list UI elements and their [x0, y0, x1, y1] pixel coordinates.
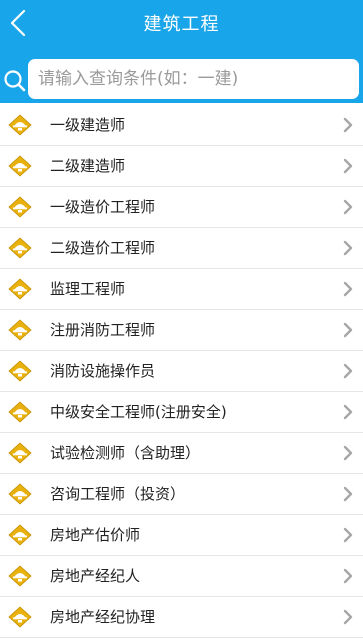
- search-input[interactable]: [28, 59, 359, 99]
- chevron-right-icon: [343, 281, 353, 297]
- diamond-hardhat-icon: [8, 360, 32, 382]
- list-item[interactable]: 二级造价工程师: [0, 228, 363, 269]
- list-item-label: 消防设施操作员: [50, 362, 156, 380]
- list-item[interactable]: 监理工程师: [0, 269, 363, 310]
- list-item-label: 二级造价工程师: [50, 239, 156, 257]
- list-item-label: 注册消防工程师: [50, 321, 156, 339]
- diamond-hardhat-icon: [8, 565, 32, 587]
- chevron-right-icon: [343, 158, 353, 174]
- diamond-hardhat-icon: [8, 237, 32, 259]
- list-item-label: 试验检测师（含助理）: [50, 444, 201, 462]
- diamond-hardhat-icon: [8, 196, 32, 218]
- chevron-right-icon: [343, 240, 353, 256]
- chevron-right-icon: [343, 609, 353, 625]
- chevron-right-icon: [343, 322, 353, 338]
- list-item[interactable]: 消防设施操作员: [0, 351, 363, 392]
- list-item[interactable]: 房地产经纪人: [0, 556, 363, 597]
- list-item-label: 房地产经纪协理: [50, 608, 156, 626]
- list-item-label: 二级建造师: [50, 157, 126, 175]
- search-icon[interactable]: [2, 68, 26, 92]
- list-item-label: 一级造价工程师: [50, 198, 156, 216]
- list-item[interactable]: 中级安全工程师(注册安全): [0, 392, 363, 433]
- diamond-hardhat-icon: [8, 524, 32, 546]
- chevron-right-icon: [343, 527, 353, 543]
- title-bar: 建筑工程: [0, 0, 363, 53]
- list-item[interactable]: 房地产经纪协理: [0, 597, 363, 638]
- list-item-label: 一级建造师: [50, 116, 126, 134]
- category-list: 一级建造师 二级建造师 一级造价工程师 二级造价工程师 监理工程师 注册消防工程…: [0, 105, 363, 638]
- diamond-hardhat-icon: [8, 155, 32, 177]
- chevron-right-icon: [343, 363, 353, 379]
- list-item[interactable]: 试验检测师（含助理）: [0, 433, 363, 474]
- list-item[interactable]: 二级建造师: [0, 146, 363, 187]
- diamond-hardhat-icon: [8, 442, 32, 464]
- list-item-label: 咨询工程师（投资）: [50, 485, 186, 503]
- list-item-label: 中级安全工程师(注册安全): [50, 403, 227, 421]
- chevron-right-icon: [343, 568, 353, 584]
- diamond-hardhat-icon: [8, 606, 32, 628]
- list-item[interactable]: 一级建造师: [0, 105, 363, 146]
- list-item-label: 房地产估价师: [50, 526, 141, 544]
- search-bar: [0, 53, 363, 103]
- chevron-right-icon: [343, 199, 353, 215]
- diamond-hardhat-icon: [8, 278, 32, 300]
- chevron-right-icon: [343, 486, 353, 502]
- list-item[interactable]: 注册消防工程师: [0, 310, 363, 351]
- diamond-hardhat-icon: [8, 401, 32, 423]
- diamond-hardhat-icon: [8, 319, 32, 341]
- chevron-right-icon: [343, 404, 353, 420]
- list-item-label: 房地产经纪人: [50, 567, 141, 585]
- chevron-right-icon: [343, 445, 353, 461]
- list-item-label: 监理工程师: [50, 280, 126, 298]
- list-item[interactable]: 咨询工程师（投资）: [0, 474, 363, 515]
- list-item[interactable]: 一级造价工程师: [0, 187, 363, 228]
- page-title: 建筑工程: [143, 14, 220, 35]
- list-item[interactable]: 房地产估价师: [0, 515, 363, 556]
- chevron-right-icon: [343, 117, 353, 133]
- diamond-hardhat-icon: [8, 483, 32, 505]
- diamond-hardhat-icon: [8, 114, 32, 136]
